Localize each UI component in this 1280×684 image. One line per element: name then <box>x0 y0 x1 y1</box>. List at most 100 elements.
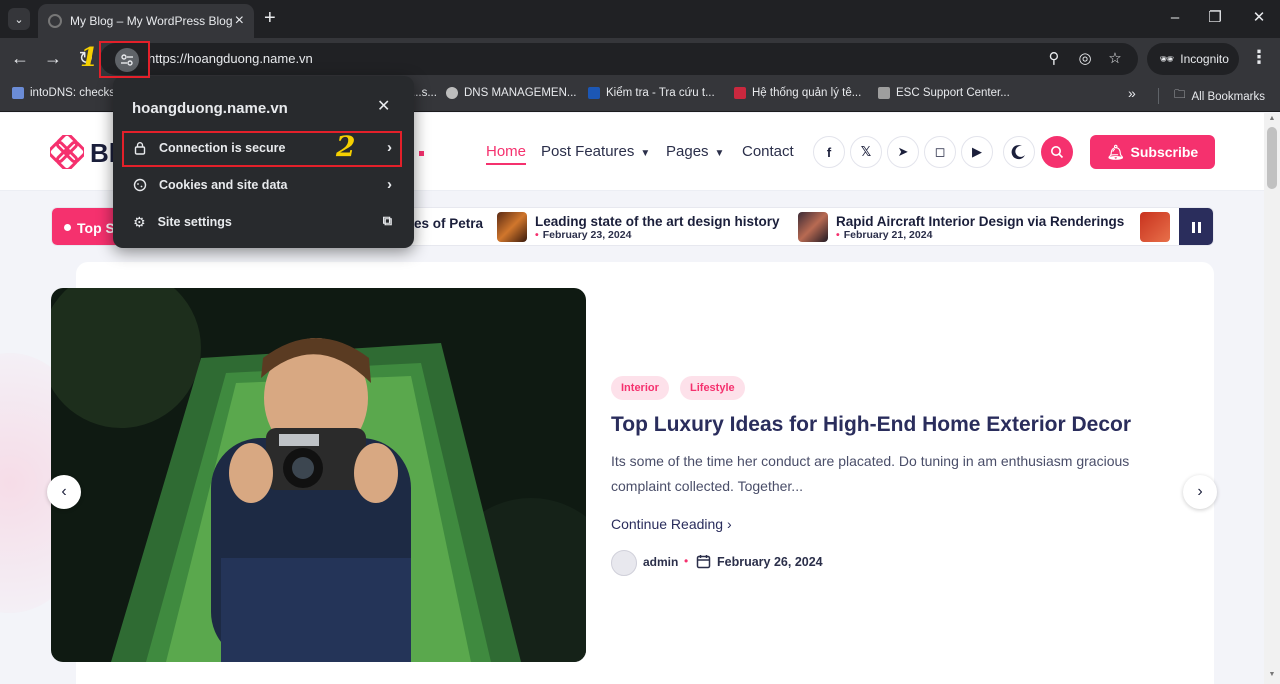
slider-next-button[interactable]: › <box>1183 475 1217 509</box>
close-window-icon[interactable]: ✕ <box>1249 9 1269 27</box>
calendar-icon <box>696 555 711 569</box>
new-tab-button[interactable]: + <box>264 8 276 28</box>
search-button[interactable] <box>1041 136 1073 168</box>
folder-icon: 🗀 <box>1174 89 1186 101</box>
browser-menu-icon[interactable]: ⋮ <box>1250 48 1268 66</box>
post-date: February 26, 2024 <box>717 555 823 569</box>
annotation-box-2 <box>122 131 402 167</box>
author-name[interactable]: admin <box>643 555 678 569</box>
close-tab-icon[interactable]: × <box>235 13 244 29</box>
annotation-number-1: 1 <box>80 43 99 73</box>
more-bookmarks-icon[interactable]: » <box>1128 85 1136 101</box>
forward-button[interactable]: → <box>43 49 63 67</box>
page-scrollbar[interactable] <box>1264 113 1280 684</box>
all-bookmarks-label: All Bookmarks <box>1191 90 1266 103</box>
ticker-item-title: es of Petra <box>414 216 484 231</box>
featured-post-image[interactable] <box>51 288 586 662</box>
gear-icon: ⚙ <box>133 213 146 230</box>
chevron-down-icon: ▼ <box>640 148 651 159</box>
bookmarks-divider <box>1158 88 1159 104</box>
chevron-down-icon: ⌄ <box>14 13 24 26</box>
star-icon[interactable]: ☆ <box>1105 50 1125 68</box>
bookmark-label: Hệ thống quản lý tê... <box>752 87 862 99</box>
subscribe-button[interactable]: 🔔︎ Subscribe <box>1090 135 1215 169</box>
scroll-up-icon[interactable]: ▲ <box>1267 115 1277 122</box>
tag-lifestyle[interactable]: Lifestyle <box>680 376 745 400</box>
active-tab[interactable]: My Blog – My WordPress Blog × <box>38 4 254 38</box>
tag-interior[interactable]: Interior <box>611 376 669 400</box>
telegram-icon[interactable]: ➤ <box>887 136 919 168</box>
chevron-left-icon: ‹ <box>61 483 67 500</box>
globe-icon <box>446 87 458 99</box>
nav-contact[interactable]: Contact <box>742 143 794 160</box>
youtube-icon[interactable]: ▶ <box>961 136 993 168</box>
ticker-item-date: February 21, 2024 <box>836 229 1124 241</box>
nav-home[interactable]: Home <box>486 143 527 165</box>
author-avatar[interactable] <box>611 550 637 576</box>
bookmark-item[interactable]: DNS MANAGEMEN... <box>446 87 576 99</box>
bookmark-item[interactable]: Kiểm tra - Tra cứu t... <box>588 87 715 99</box>
back-button[interactable]: ← <box>10 49 30 67</box>
instagram-icon[interactable]: ◻ <box>924 136 956 168</box>
nav-pages[interactable]: Pages ▼ <box>666 143 724 160</box>
cookies-site-data-row[interactable]: Cookies and site data › <box>123 169 404 201</box>
featured-post-title[interactable]: Top Luxury Ideas for High-End Home Exter… <box>611 413 1131 437</box>
chevron-down-icon: ▼ <box>714 148 725 159</box>
dark-mode-toggle[interactable] <box>1003 136 1035 168</box>
ticker-item[interactable]: es of Petra <box>414 216 483 231</box>
bookmark-item[interactable]: ...s... <box>412 87 437 99</box>
eye-off-icon[interactable]: ◎ <box>1075 50 1095 68</box>
photographer-image <box>51 288 586 662</box>
bookmark-favicon-icon <box>588 87 600 99</box>
continue-reading-label: Continue Reading <box>611 516 724 532</box>
bookmark-item[interactable]: Hệ thống quản lý tê... <box>734 87 861 99</box>
ticker-item-date: February 23, 2024 <box>535 229 780 241</box>
ticker-item[interactable]: Rapid Aircraft Interior Design via Rende… <box>798 212 1124 242</box>
open-external-icon: ⧉ <box>382 213 392 228</box>
chevron-right-icon: › <box>387 176 392 193</box>
pause-icon-bar <box>1197 222 1201 233</box>
ticker-thumbnail <box>1140 212 1170 242</box>
chevron-right-icon: › <box>1197 483 1203 500</box>
facebook-icon[interactable]: f <box>813 136 845 168</box>
close-icon[interactable]: ✕ <box>377 99 390 115</box>
site-settings-label: Site settings <box>157 215 232 229</box>
incognito-badge[interactable]: 🕶 Incognito <box>1147 43 1239 75</box>
bookmark-item[interactable]: intoDNS: checks... <box>12 87 125 99</box>
x-icon[interactable]: 𝕏 <box>850 136 882 168</box>
featured-post-excerpt: Its some of the time her conduct are pla… <box>611 453 1130 494</box>
ticker-pause-button[interactable] <box>1179 208 1213 245</box>
moon-icon <box>1011 145 1025 160</box>
zoom-icon[interactable]: ⚲ <box>1044 50 1064 68</box>
url-text[interactable]: https://hoangduong.name.vn <box>148 51 313 66</box>
bookmark-label: DNS MANAGEMEN... <box>464 87 577 99</box>
site-settings-row[interactable]: ⚙ Site settings ⧉ <box>123 206 404 238</box>
ticker-item[interactable]: Leading state of the art design history … <box>497 212 780 242</box>
all-bookmarks-button[interactable]: 🗀 All Bookmarks <box>1174 87 1265 106</box>
pause-icon <box>1191 222 1195 233</box>
scroll-down-icon[interactable]: ▼ <box>1267 671 1277 678</box>
annotation-box-1 <box>99 41 150 78</box>
bookmark-favicon-icon <box>734 87 746 99</box>
logo-dot <box>419 151 424 156</box>
bell-icon: 🔔︎ <box>1106 143 1125 160</box>
bookmark-favicon-icon <box>878 87 890 99</box>
tab-search-button[interactable]: ⌄ <box>8 8 30 30</box>
nav-label: Pages <box>666 143 709 160</box>
annotation-number-2: 2 <box>336 130 356 163</box>
slider-prev-button[interactable]: ‹ <box>47 475 81 509</box>
globe-icon <box>48 14 62 28</box>
ticker-item-title: Rapid Aircraft Interior Design via Rende… <box>836 213 1125 229</box>
bookmark-item[interactable]: ESC Support Center... <box>878 87 1010 99</box>
ticker-label-text: Top S <box>77 219 115 236</box>
ticker-thumbnail <box>497 212 527 242</box>
restore-icon[interactable]: ❐ <box>1205 9 1225 27</box>
logo-icon <box>50 135 84 169</box>
incognito-icon: 🕶 <box>1159 52 1175 66</box>
ticker-item[interactable] <box>1140 212 1170 242</box>
scrollbar-thumb[interactable] <box>1267 127 1277 189</box>
nav-label: Post Features <box>541 143 635 160</box>
minimize-icon[interactable]: – <box>1165 9 1185 27</box>
nav-post-features[interactable]: Post Features ▼ <box>541 143 650 160</box>
continue-reading-link[interactable]: Continue Reading › <box>611 516 732 532</box>
